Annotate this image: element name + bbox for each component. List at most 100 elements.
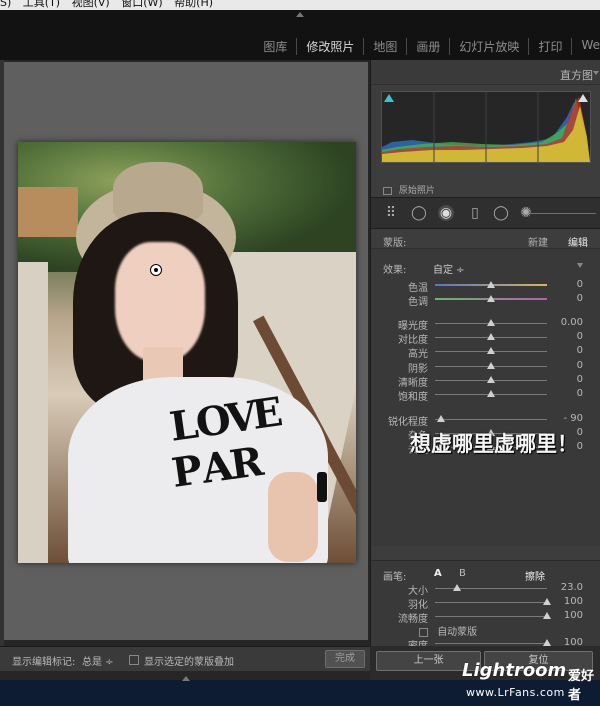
adjustment-brush-pin[interactable]	[150, 264, 162, 276]
effect-slider-thumb[interactable]	[436, 415, 445, 422]
effect-slider-thumb[interactable]	[487, 390, 495, 397]
mask-new-button[interactable]: 新建	[528, 234, 548, 249]
brush-slider-track[interactable]	[435, 602, 547, 603]
show-edit-pins-label: 显示编辑标记:	[12, 657, 76, 668]
effect-slider-value[interactable]: 0	[543, 374, 583, 385]
original-photo-checkbox[interactable]	[383, 186, 392, 195]
photo-chair-left	[18, 262, 48, 563]
module-tab[interactable]: 幻灯片放映	[450, 38, 530, 55]
radial-filter-icon[interactable]: ✺	[518, 205, 534, 221]
highlight-clipping-indicator-icon[interactable]	[578, 94, 588, 102]
effect-slider-thumb[interactable]	[487, 347, 495, 354]
photo-face	[115, 242, 205, 362]
brush-slider-label: 大小	[408, 586, 428, 597]
effect-slider-value[interactable]: 0.00	[543, 317, 583, 328]
logo-brand-cn: 爱好者	[568, 669, 595, 703]
spot-removal-icon[interactable]: ◉	[438, 205, 454, 221]
brush-slider-row: 流畅度 100	[371, 610, 600, 625]
module-bar: 图库 修改照片 地图 画册 幻灯片放映 打印 We	[0, 10, 600, 60]
collapse-histogram-icon[interactable]	[593, 71, 599, 75]
effect-slider-thumb[interactable]	[487, 362, 495, 369]
module-tab[interactable]: 地图	[364, 38, 408, 55]
histogram	[381, 91, 591, 163]
original-photo-toggle[interactable]: 原始照片	[383, 183, 435, 196]
effect-slider-row: 色温 0	[371, 279, 600, 294]
brush-slider-label: 密度	[371, 637, 428, 646]
auto-mask-checkbox[interactable]	[419, 627, 428, 637]
brush-slider-track[interactable]	[435, 643, 547, 644]
brush-a-button[interactable]: A	[434, 568, 442, 579]
menu-item-help[interactable]: 帮助(H)	[174, 0, 213, 9]
grid-icon[interactable]: ⠿	[383, 205, 399, 221]
module-tab[interactable]: We	[572, 38, 600, 55]
brush-slider-label: 羽化	[408, 600, 428, 611]
photo-background-house	[18, 187, 78, 237]
brush-slider-track[interactable]	[435, 588, 547, 589]
auto-mask-toggle[interactable]: 自动蒙版	[419, 623, 477, 638]
menu-bar: S) 工具(T) 视图(V) 窗口(W) 帮助(H)	[0, 0, 600, 10]
brush-slider-value[interactable]: 23.0	[543, 582, 583, 593]
crop-icon[interactable]: ◯	[411, 205, 427, 221]
effect-slider-value[interactable]: 0	[543, 360, 583, 371]
module-tab[interactable]: 图库	[254, 38, 298, 55]
effect-slider-value[interactable]: 0	[543, 293, 583, 304]
effect-slider-thumb[interactable]	[487, 333, 495, 340]
effect-slider-row: 饱和度 0	[371, 388, 600, 403]
effect-slider-thumb[interactable]	[487, 319, 495, 326]
menu-item-window[interactable]: 窗口(W)	[121, 0, 162, 9]
effect-slider-label: 锐化程度	[388, 417, 428, 428]
module-tab[interactable]: 打印	[529, 38, 573, 55]
collapse-top-arrow-icon[interactable]	[296, 12, 304, 17]
mask-edit-button[interactable]: 编辑	[568, 234, 588, 249]
show-mask-overlay-checkbox[interactable]	[129, 655, 139, 665]
effect-slider-thumb[interactable]	[487, 281, 495, 288]
histogram-graph	[382, 92, 590, 162]
show-edit-pins-select[interactable]: 总是 ÷	[82, 653, 114, 668]
original-photo-label: 原始照片	[398, 186, 435, 196]
effect-slider-value[interactable]: 0	[543, 388, 583, 399]
effect-slider-row: 曝光度 0.00	[371, 317, 600, 332]
collapse-filmstrip-arrow-icon[interactable]	[182, 676, 190, 681]
effect-slider-thumb[interactable]	[487, 376, 495, 383]
brush-slider-value[interactable]: 100	[543, 637, 583, 646]
effect-label: 效果:	[383, 265, 407, 276]
effect-slider-value[interactable]: - 90	[543, 413, 583, 424]
brush-slider-thumb[interactable]	[453, 584, 462, 591]
effect-slider-track[interactable]	[435, 419, 547, 420]
effects-collapse-icon[interactable]	[577, 263, 583, 268]
effect-slider-row: 清晰度 0	[371, 374, 600, 389]
brush-slider-row: 羽化 100	[371, 596, 600, 611]
effect-slider-value[interactable]: 0	[543, 345, 583, 356]
brush-slider-value[interactable]: 100	[543, 610, 583, 621]
tool-size-slider[interactable]	[531, 213, 596, 214]
histogram-title: 直方图	[560, 69, 593, 82]
photo-arm	[268, 472, 318, 562]
effect-preset-select[interactable]: 自定 ÷	[433, 261, 465, 276]
brush-slider-row: 大小 23.0	[371, 582, 600, 597]
menu-item-s[interactable]: S)	[0, 0, 11, 9]
photo-viewer: L O V E P A R	[4, 62, 368, 640]
module-tab[interactable]: 修改照片	[297, 38, 365, 55]
module-tab[interactable]: 画册	[407, 38, 451, 55]
effect-slider-thumb[interactable]	[487, 295, 495, 302]
shadow-clipping-indicator-icon[interactable]	[384, 94, 394, 102]
effect-slider-row: 色调 0	[371, 293, 600, 308]
brush-b-button[interactable]: B	[459, 568, 466, 579]
mask-row: 蒙版: 新建 编辑	[371, 228, 600, 249]
effect-slider-value[interactable]: 0	[543, 331, 583, 342]
redeye-icon[interactable]: ▯	[467, 205, 483, 221]
done-button[interactable]: 完成	[325, 650, 365, 668]
brush-erase-button[interactable]: 擦除	[525, 568, 545, 583]
histogram-header[interactable]: 直方图	[371, 60, 600, 85]
menu-item-tools[interactable]: 工具(T)	[23, 0, 60, 9]
brush-slider-track[interactable]	[435, 616, 547, 617]
logo-brand: Lightroom	[462, 660, 567, 681]
graduated-filter-icon[interactable]: ◯	[493, 205, 509, 221]
photo-watch	[317, 472, 327, 502]
menu-item-view[interactable]: 视图(V)	[72, 0, 110, 9]
brush-slider-label: 流畅度	[398, 614, 428, 625]
brush-label: 画笔:	[383, 572, 407, 583]
brush-slider-value[interactable]: 100	[543, 596, 583, 607]
effect-slider-row: 锐化程度 - 90	[371, 413, 600, 428]
effect-slider-value[interactable]: 0	[543, 279, 583, 290]
